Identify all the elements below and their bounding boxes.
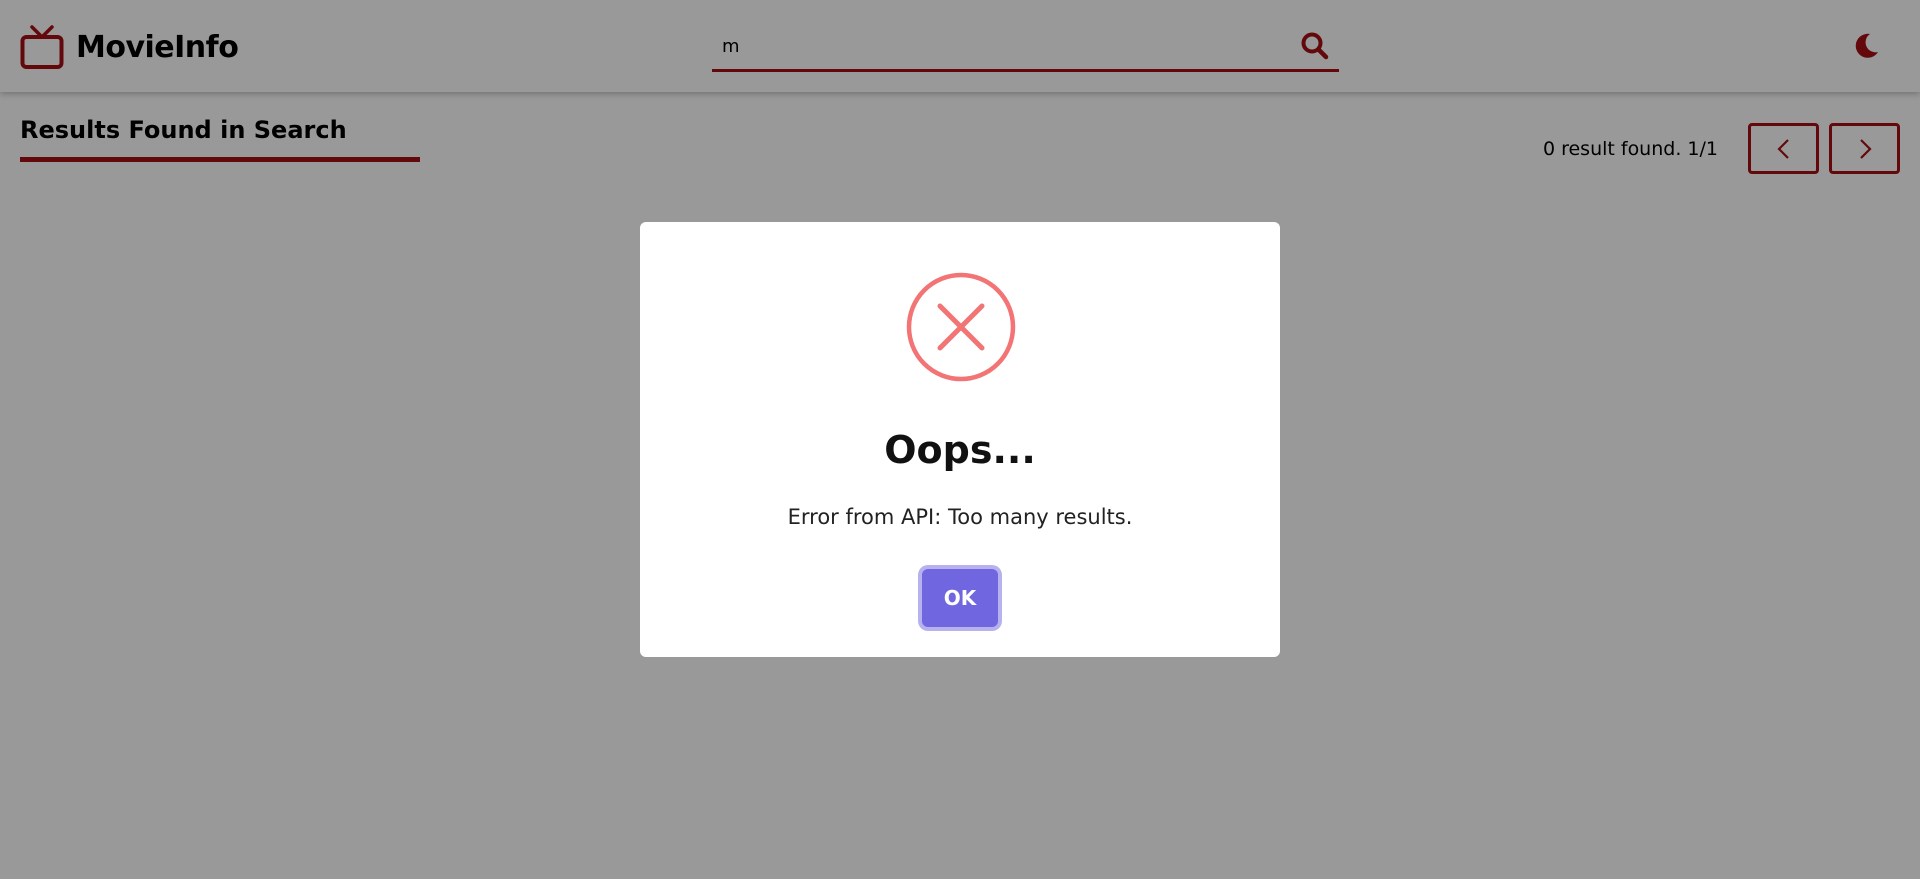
page: MovieInfo Results Found in Search 0 resu…	[0, 0, 1920, 879]
modal-overlay[interactable]: Oops... Error from API: Too many results…	[0, 0, 1920, 879]
ok-button[interactable]: OK	[922, 569, 998, 627]
error-dialog: Oops... Error from API: Too many results…	[640, 222, 1280, 657]
error-x-icon	[906, 272, 1016, 382]
dialog-title: Oops...	[884, 428, 1036, 472]
dialog-message: Error from API: Too many results.	[787, 505, 1133, 529]
